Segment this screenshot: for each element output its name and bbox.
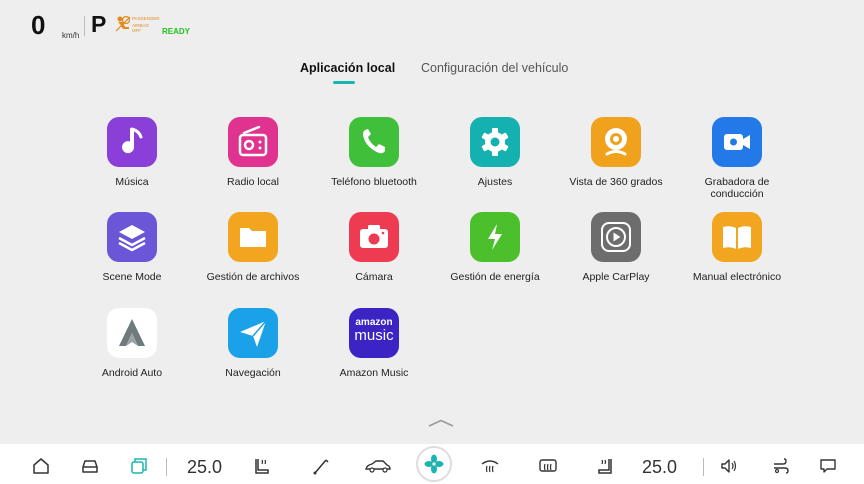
gear-icon <box>470 117 520 167</box>
app-label: Android Auto <box>101 367 163 379</box>
app-musica[interactable]: Música <box>72 117 192 188</box>
airbag-label-2: AIRBAG OFF <box>132 23 150 33</box>
app-manual-electronico[interactable]: Manual electrónico <box>677 212 797 283</box>
app-camara[interactable]: Cámara <box>314 212 434 283</box>
app-label: Radio local <box>227 176 279 188</box>
app-apple-carplay[interactable]: Apple CarPlay <box>556 212 676 283</box>
app-label: Apple CarPlay <box>582 271 650 283</box>
carplay-icon <box>591 212 641 262</box>
app-gestion-archivos[interactable]: Gestión de archivos <box>193 212 313 283</box>
right-temperature[interactable]: 25.0 <box>642 457 677 478</box>
gear-indicator: P <box>91 11 107 37</box>
fan-button[interactable] <box>416 446 452 482</box>
home-icon[interactable] <box>31 456 51 476</box>
app-navegacion[interactable]: Navegación <box>193 308 313 379</box>
chat-icon[interactable] <box>818 456 838 476</box>
app-android-auto[interactable]: Android Auto <box>72 308 192 379</box>
navigation-arrow-icon <box>228 308 278 358</box>
app-gestion-energia[interactable]: Gestión de energía <box>435 212 555 283</box>
fan-icon <box>424 454 444 474</box>
app-grabadora-conduccion[interactable]: Grabadora de conducción <box>677 117 797 200</box>
left-temperature[interactable]: 25.0 <box>187 457 222 478</box>
app-label: Amazon Music <box>339 367 409 379</box>
ready-indicator: READY <box>162 27 191 36</box>
folder-icon <box>228 212 278 262</box>
app-radio-local[interactable]: Radio local <box>193 117 313 188</box>
amazon-music-icon: amazon music <box>349 308 399 358</box>
passenger-airbag-off-icon: PASSENGER AIRBAG OFF <box>115 15 160 35</box>
bar-divider <box>703 458 704 476</box>
app-label: Teléfono bluetooth <box>331 176 417 188</box>
camera-360-icon <box>591 117 641 167</box>
air-flow-icon[interactable] <box>771 456 791 476</box>
camera-icon <box>349 212 399 262</box>
front-defrost-icon[interactable] <box>538 456 558 476</box>
layers-icon <box>107 212 157 262</box>
wiper-icon[interactable] <box>311 456 331 476</box>
app-label: Grabadora de conducción <box>704 176 770 200</box>
seat-heat-icon[interactable] <box>252 456 272 476</box>
car-front-icon[interactable] <box>80 456 100 476</box>
app-ajustes[interactable]: Ajustes <box>435 117 555 188</box>
tab-aplicacion-local[interactable]: Aplicación local <box>300 61 395 75</box>
app-label: Música <box>115 176 149 188</box>
video-camera-icon <box>712 117 762 167</box>
seat-heat-right-icon[interactable] <box>595 456 615 476</box>
app-scene-mode[interactable]: Scene Mode <box>72 212 192 283</box>
phone-icon <box>349 117 399 167</box>
bottom-control-bar: 25.0 25.0 <box>0 444 864 484</box>
app-label: Vista de 360 grados <box>569 176 663 188</box>
volume-icon[interactable] <box>719 456 739 476</box>
radio-icon <box>228 117 278 167</box>
bar-divider <box>166 458 167 476</box>
app-telefono-bluetooth[interactable]: Teléfono bluetooth <box>314 117 434 188</box>
tab-configuracion-vehiculo[interactable]: Configuración del vehículo <box>421 61 568 75</box>
status-divider <box>84 16 85 36</box>
music-note-icon <box>107 117 157 167</box>
speed-unit: km/h <box>62 31 80 40</box>
speed-value: 0 <box>31 10 46 40</box>
android-auto-icon <box>107 308 157 358</box>
app-label: Navegación <box>225 367 281 379</box>
book-icon <box>712 212 762 262</box>
app-label: Scene Mode <box>102 271 162 283</box>
active-tab-indicator <box>333 81 355 84</box>
car-side-icon[interactable] <box>364 456 392 476</box>
rear-defrost-icon[interactable] <box>480 456 500 476</box>
airbag-label-1: PASSENGER <box>132 16 160 21</box>
app-amazon-music[interactable]: amazon music Amazon Music <box>314 308 434 379</box>
app-vista-360[interactable]: Vista de 360 grados <box>556 117 676 188</box>
app-label: Gestión de energía <box>450 271 540 283</box>
app-label: Manual electrónico <box>692 271 782 283</box>
app-label: Gestión de archivos <box>206 271 300 283</box>
music-logo-text: music <box>354 327 394 344</box>
lightning-icon <box>470 212 520 262</box>
app-label: Cámara <box>355 271 393 283</box>
status-bar: 0 km/h P PASSENGER AIRBAG OFF READY <box>0 0 864 50</box>
chevron-up-icon[interactable] <box>428 414 454 432</box>
app-label: Ajustes <box>477 176 513 188</box>
multitask-icon[interactable] <box>129 456 149 476</box>
